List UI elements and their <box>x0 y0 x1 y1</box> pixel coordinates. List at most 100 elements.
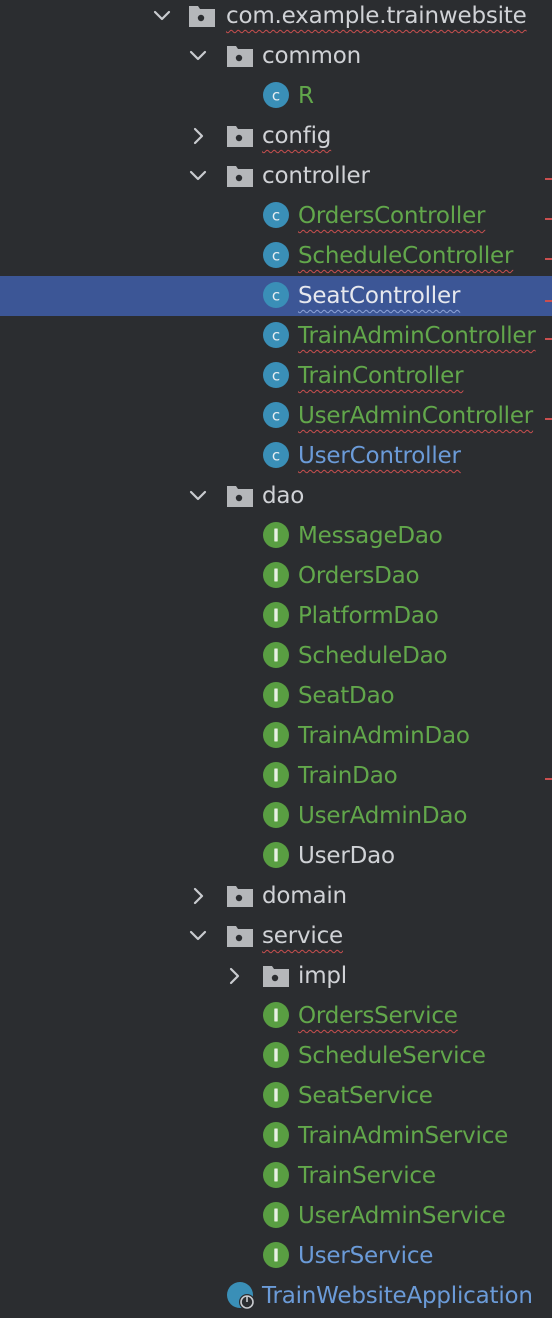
tree-node-platformdao[interactable]: PlatformDao <box>0 596 552 636</box>
tree-node-seatcontroller[interactable]: c SeatController <box>0 276 552 316</box>
tree-node-label: controller <box>262 163 370 189</box>
tree-node-service[interactable]: service <box>0 916 552 956</box>
tree-node-useradminservice[interactable]: UserAdminService <box>0 1196 552 1236</box>
tree-node-label: TrainDao <box>298 763 398 789</box>
java-interface-icon <box>262 762 290 788</box>
error-stripe-mark <box>545 778 552 780</box>
tree-node-userservice[interactable]: UserService <box>0 1236 552 1276</box>
java-interface-icon <box>262 682 290 708</box>
tree-node-config[interactable]: config <box>0 116 552 156</box>
svg-text:c: c <box>272 207 280 225</box>
tree-node-traincontroller[interactable]: c TrainController <box>0 356 552 396</box>
tree-node-trainadmincontroller[interactable]: c TrainAdminController <box>0 316 552 356</box>
tree-node-useradmincontroller[interactable]: c UserAdminController <box>0 396 552 436</box>
java-interface-icon <box>262 562 290 588</box>
tree-node-label: dao <box>262 483 305 509</box>
java-interface-icon <box>262 1202 290 1228</box>
tree-node-label: UserDao <box>298 843 395 869</box>
tree-node-label: common <box>262 43 361 69</box>
chevron-right-icon[interactable] <box>222 956 246 996</box>
chevron-right-icon[interactable] <box>186 116 210 156</box>
chevron-down-icon[interactable] <box>150 0 174 36</box>
tree-node-trainservice[interactable]: TrainService <box>0 1156 552 1196</box>
tree-node-label: UserAdminDao <box>298 803 468 829</box>
tree-node-trainwebsiteapplication[interactable]: TrainWebsiteApplication <box>0 1276 552 1316</box>
java-class-icon: c <box>262 202 290 228</box>
tree-node-userdao[interactable]: UserDao <box>0 836 552 876</box>
java-class-icon: c <box>262 362 290 388</box>
tree-node-label: SeatController <box>298 283 461 309</box>
error-stripe-mark <box>545 418 552 420</box>
java-interface-icon <box>262 1042 290 1068</box>
error-stripe-mark <box>545 338 552 340</box>
java-class-icon: c <box>262 442 290 468</box>
tree-node-label: ScheduleDao <box>298 643 448 669</box>
tree-node-label: UserController <box>298 443 461 469</box>
package-folder-icon <box>226 163 254 189</box>
tree-node-domain[interactable]: domain <box>0 876 552 916</box>
package-folder-icon <box>226 43 254 69</box>
tree-node-scheduleservice[interactable]: ScheduleService <box>0 1036 552 1076</box>
tree-node-label: impl <box>298 963 347 989</box>
error-stripe-mark <box>545 258 552 260</box>
tree-node-ordersservice[interactable]: OrdersService <box>0 996 552 1036</box>
tree-node-controller[interactable]: controller <box>0 156 552 196</box>
svg-text:c: c <box>272 407 280 425</box>
tree-node-ordersdao[interactable]: OrdersDao <box>0 556 552 596</box>
tree-node-useradmindao[interactable]: UserAdminDao <box>0 796 552 836</box>
tree-node-messagedao[interactable]: MessageDao <box>0 516 552 556</box>
tree-node-impl[interactable]: impl <box>0 956 552 996</box>
tree-node-label: com.example.trainwebsite <box>226 3 527 29</box>
tree-node-orderscontroller[interactable]: c OrdersController <box>0 196 552 236</box>
tree-node-label: ScheduleService <box>298 1043 486 1069</box>
java-class-icon: c <box>262 402 290 428</box>
error-stripe-mark <box>545 178 552 180</box>
tree-node-usercontroller[interactable]: c UserController <box>0 436 552 476</box>
tree-node-label: TrainWebsiteApplication <box>262 1283 533 1309</box>
tree-node-scheduledao[interactable]: ScheduleDao <box>0 636 552 676</box>
tree-node-label: MessageDao <box>298 523 443 549</box>
svg-text:c: c <box>272 87 280 105</box>
java-interface-icon <box>262 1162 290 1188</box>
error-stripe-mark <box>545 218 552 220</box>
svg-text:c: c <box>272 367 280 385</box>
tree-node-label: PlatformDao <box>298 603 439 629</box>
java-interface-icon <box>262 1122 290 1148</box>
tree-node-com-example-trainwebsite[interactable]: com.example.trainwebsite <box>0 0 552 36</box>
tree-node-label: UserAdminController <box>298 403 534 429</box>
chevron-down-icon[interactable] <box>186 156 210 196</box>
chevron-right-icon[interactable] <box>186 876 210 916</box>
tree-node-label: OrdersService <box>298 1003 458 1029</box>
package-folder-icon <box>226 923 254 949</box>
chevron-down-icon[interactable] <box>186 476 210 516</box>
tree-node-r[interactable]: cR <box>0 76 552 116</box>
tree-node-trainadmindao[interactable]: TrainAdminDao <box>0 716 552 756</box>
tree-node-label: TrainController <box>298 363 464 389</box>
svg-text:c: c <box>272 287 280 305</box>
java-interface-icon <box>262 842 290 868</box>
svg-text:c: c <box>272 247 280 265</box>
java-interface-icon <box>262 1002 290 1028</box>
chevron-down-icon[interactable] <box>186 36 210 76</box>
java-interface-icon <box>262 522 290 548</box>
package-folder-icon <box>188 3 216 29</box>
java-class-icon: c <box>262 82 290 108</box>
tree-node-label: OrdersDao <box>298 563 420 589</box>
tree-node-dao[interactable]: dao <box>0 476 552 516</box>
chevron-down-icon[interactable] <box>186 916 210 956</box>
package-folder-icon <box>226 883 254 909</box>
tree-node-label: SeatDao <box>298 683 395 709</box>
tree-node-schedulecontroller[interactable]: c ScheduleController <box>0 236 552 276</box>
java-interface-icon <box>262 722 290 748</box>
package-folder-icon <box>226 483 254 509</box>
tree-node-seatservice[interactable]: SeatService <box>0 1076 552 1116</box>
java-interface-icon <box>262 642 290 668</box>
tree-node-label: TrainAdminDao <box>298 723 470 749</box>
tree-node-label: UserService <box>298 1243 434 1269</box>
tree-node-label: OrdersController <box>298 203 486 229</box>
tree-node-seatdao[interactable]: SeatDao <box>0 676 552 716</box>
tree-node-label: TrainAdminController <box>298 323 536 349</box>
tree-node-trainadminservice[interactable]: TrainAdminService <box>0 1116 552 1156</box>
tree-node-traindao[interactable]: TrainDao <box>0 756 552 796</box>
tree-node-common[interactable]: common <box>0 36 552 76</box>
